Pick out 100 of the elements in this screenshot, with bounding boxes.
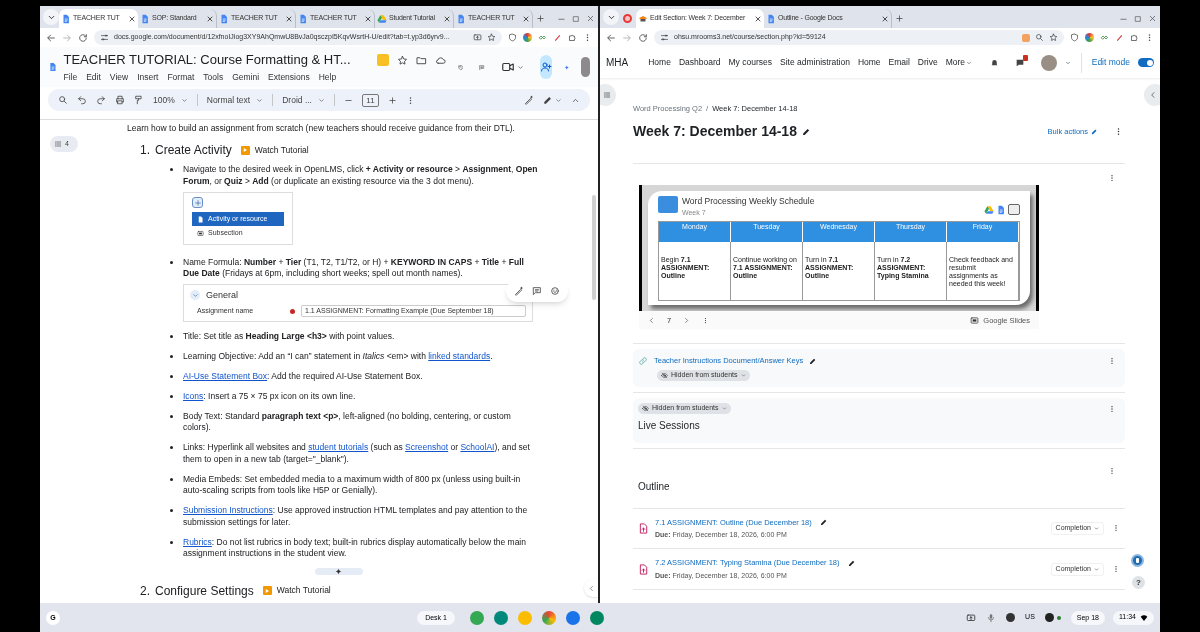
caret-icon[interactable] [516, 63, 524, 71]
caret-icon[interactable] [555, 96, 562, 104]
pencil-icon[interactable] [847, 558, 856, 567]
menu-item[interactable]: Tools [203, 70, 224, 84]
close-icon[interactable] [128, 14, 136, 23]
close-icon[interactable] [364, 14, 372, 23]
maximize-icon[interactable] [572, 14, 580, 23]
maximize-icon[interactable] [1134, 14, 1142, 23]
edit-ai-icon[interactable] [524, 95, 534, 105]
menu-item[interactable]: View [109, 70, 129, 84]
bookmark-star-icon[interactable] [487, 33, 496, 42]
bell-icon[interactable] [989, 58, 999, 67]
status-icon[interactable] [1044, 613, 1054, 622]
bookmark-star-icon[interactable] [1049, 33, 1058, 42]
nav-link[interactable]: More [945, 56, 966, 69]
link[interactable]: Screenshot [405, 442, 449, 452]
caret-icon[interactable] [1064, 59, 1071, 66]
print-icon[interactable] [115, 95, 125, 105]
new-tab-icon[interactable] [895, 14, 904, 23]
emoji-icon[interactable] [550, 286, 560, 296]
font-select[interactable]: Droid ... [282, 93, 312, 107]
pencil-icon[interactable] [543, 95, 553, 105]
edit-ai-icon[interactable] [514, 286, 524, 296]
pen-icon[interactable] [553, 33, 562, 42]
next-icon[interactable] [683, 316, 691, 324]
tune-icon[interactable] [100, 33, 109, 42]
help-button[interactable]: ? [1132, 576, 1145, 589]
share-button[interactable] [539, 55, 552, 79]
nav-link[interactable]: Email [888, 56, 910, 69]
reload-icon[interactable] [78, 32, 88, 43]
menu-item[interactable]: Insert [137, 70, 159, 84]
menu-item[interactable]: Gemini [232, 70, 260, 84]
pencil-icon[interactable] [801, 127, 811, 137]
star-icon[interactable] [396, 54, 408, 66]
course-index-button[interactable] [600, 84, 616, 106]
document-title[interactable]: TEACHER TUTORIAL: Course Formatting & HT... [63, 50, 351, 70]
back-icon[interactable] [606, 32, 616, 43]
close-icon[interactable] [443, 14, 451, 23]
menu-item[interactable]: Format [167, 70, 195, 84]
zoom-select[interactable]: 100% [153, 93, 175, 107]
link[interactable]: student tutorials [308, 442, 369, 452]
nav-link[interactable]: Home [857, 56, 881, 69]
caret-icon[interactable] [180, 96, 188, 104]
undo-icon[interactable] [77, 95, 87, 105]
close-icon[interactable] [881, 14, 889, 23]
nav-link[interactable]: Site administration [780, 56, 850, 69]
shield-icon[interactable] [1070, 33, 1079, 42]
menu-item[interactable]: Help [318, 70, 337, 84]
nav-link[interactable]: Drive [917, 56, 938, 69]
close-icon[interactable] [1148, 14, 1157, 23]
edit-mode-toggle[interactable] [1138, 58, 1154, 67]
menu-item[interactable]: Edit [86, 70, 101, 84]
record-icon[interactable] [623, 14, 632, 23]
close-icon[interactable] [754, 14, 762, 23]
caret-icon[interactable] [256, 96, 264, 104]
pencil-icon[interactable] [809, 356, 818, 365]
messages-icon[interactable] [1014, 57, 1025, 68]
style-select[interactable]: Normal text [206, 93, 251, 107]
video-link[interactable]: Watch Tutorial [276, 584, 331, 597]
add-comment-icon[interactable] [532, 286, 542, 296]
pen-icon[interactable] [1115, 33, 1124, 42]
font-size-field[interactable]: 11 [362, 93, 379, 107]
new-tab-icon[interactable] [536, 14, 545, 23]
link[interactable]: Submission Instructions [183, 505, 273, 515]
link[interactable]: Rubrics [183, 536, 212, 547]
close-icon[interactable] [522, 14, 530, 23]
nav-link[interactable]: Home [648, 56, 671, 69]
nav-link[interactable]: Dashboard [678, 56, 721, 69]
reload-icon[interactable] [638, 32, 648, 43]
caret-icon[interactable] [318, 96, 325, 104]
paint-roller-icon[interactable] [134, 95, 144, 105]
site-brand[interactable]: MHA [606, 55, 629, 70]
plus-icon[interactable] [388, 95, 397, 105]
info-button[interactable] [1131, 554, 1144, 567]
microphone-icon[interactable] [986, 612, 997, 623]
status-icon[interactable] [1006, 613, 1016, 622]
back-icon[interactable] [46, 32, 56, 43]
redo-icon[interactable] [96, 95, 106, 105]
shield-icon[interactable] [508, 33, 517, 42]
scrollbar-thumb[interactable] [592, 195, 596, 300]
menu-item[interactable]: File [63, 70, 78, 84]
cloud-icon[interactable] [434, 54, 446, 66]
cast-icon[interactable] [473, 33, 482, 42]
link[interactable]: SchoolAI [460, 442, 495, 452]
search-icon[interactable] [58, 95, 68, 105]
pencil-icon[interactable] [819, 518, 828, 527]
tune-icon[interactable] [660, 33, 669, 42]
close-icon[interactable] [285, 14, 293, 23]
close-icon[interactable] [586, 14, 595, 23]
video-link[interactable]: Watch Tutorial [254, 143, 309, 157]
caret-icon[interactable] [966, 59, 973, 66]
previous-icon[interactable] [648, 316, 655, 324]
puzzle-icon[interactable] [568, 33, 577, 42]
menu-item[interactable]: Extensions [268, 70, 310, 84]
document-icon [456, 13, 466, 24]
nav-link[interactable]: My courses [728, 56, 772, 69]
close-icon[interactable] [206, 14, 214, 23]
puzzle-icon[interactable] [1130, 33, 1139, 42]
zoom-icon[interactable] [1035, 33, 1044, 42]
sparkle-button[interactable] [314, 567, 363, 575]
